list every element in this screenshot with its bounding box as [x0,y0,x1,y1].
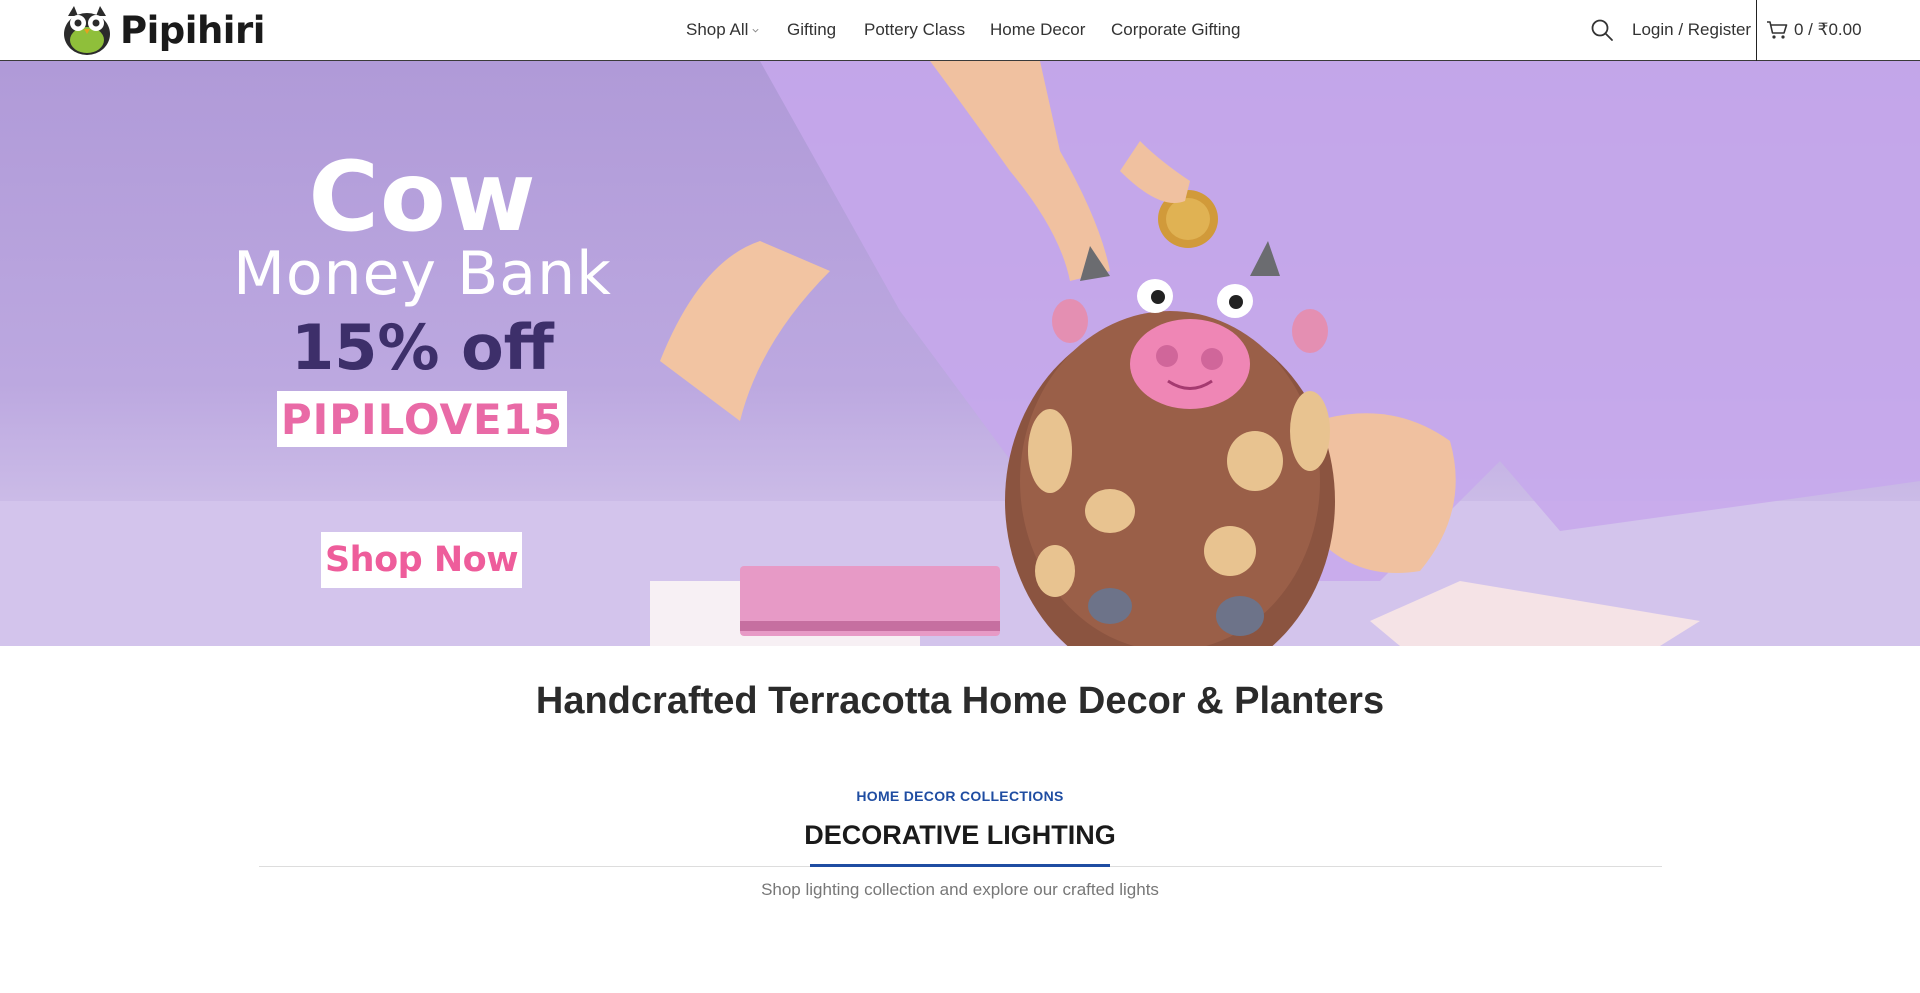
nav-shop-all[interactable]: Shop All [686,20,760,40]
login-register-link[interactable]: Login / Register [1632,20,1751,40]
cart-total: 0 / ₹0.00 [1794,20,1862,39]
nav-home-decor[interactable]: Home Decor [990,20,1085,40]
hero-banner[interactable]: Cow Money Bank 15% off PIPILOVE15 Shop N… [0,61,1920,646]
title-underline [810,864,1110,867]
cart-button[interactable]: 0 / ₹0.00 [1766,20,1862,40]
nav-shop-all-label: Shop All [686,20,749,39]
site-header: Pipihiri Shop All Gifting Pottery Class … [0,0,1920,61]
collection-title: DECORATIVE LIGHTING [804,820,1116,850]
shop-now-label: Shop Now [324,540,519,580]
hero-product-name: Cow [308,141,537,253]
shop-now-button[interactable]: Shop Now [321,532,522,588]
cart-icon [1767,21,1788,39]
search-icon[interactable] [1590,18,1614,42]
nav-corporate-gifting[interactable]: Corporate Gifting [1111,20,1240,40]
chevron-down-icon [752,28,759,32]
hero-product-subtitle: Money Bank [233,239,612,309]
coupon-code: PIPILOVE15 [280,394,564,444]
collection-subtitle: HOME DECOR COLLECTIONS [856,788,1064,804]
collection-description: Shop lighting collection and explore our… [761,880,1159,899]
brand-logo[interactable]: Pipihiri [62,4,265,56]
nav-pottery-class[interactable]: Pottery Class [864,20,965,40]
nav-gifting[interactable]: Gifting [787,20,836,40]
owl-logo-icon [64,6,110,55]
hero-discount: 15% off [291,311,554,384]
brand-name: Pipihiri [120,8,265,52]
page-heading: Handcrafted Terracotta Home Decor & Plan… [535,680,1385,722]
cart-divider [1756,0,1757,61]
coupon-code-box: PIPILOVE15 [277,391,567,447]
